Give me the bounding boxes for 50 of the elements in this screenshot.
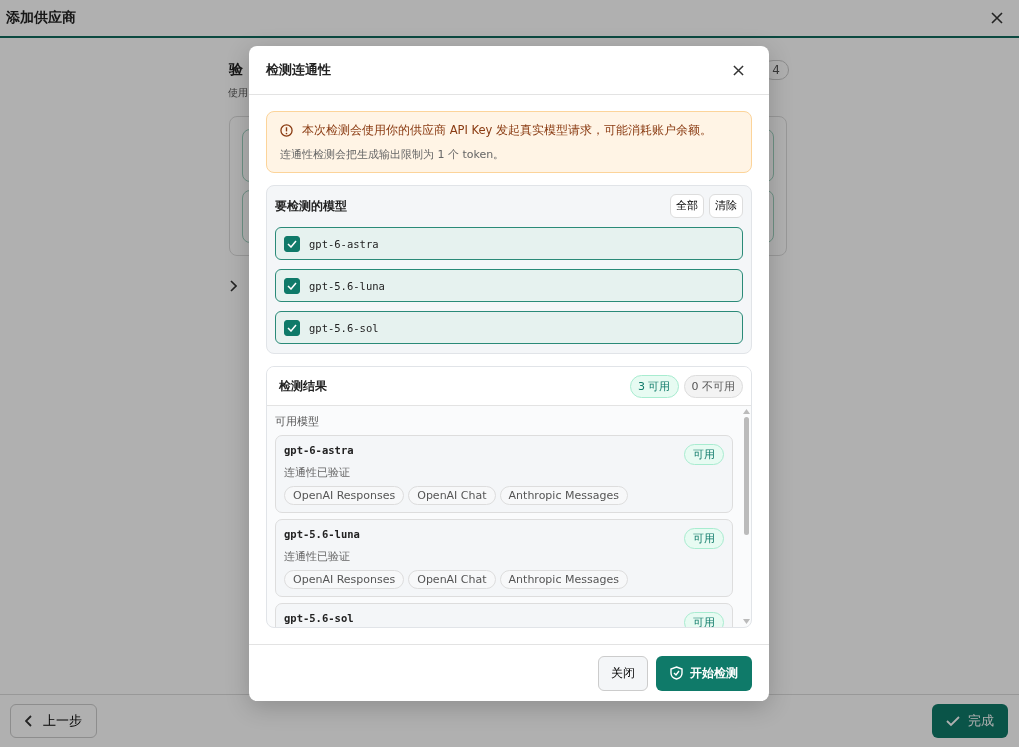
available-count: 3 可用: [630, 374, 679, 398]
model-name: gpt-6-astra: [284, 444, 354, 456]
model-name: gpt-5.6-sol: [284, 612, 354, 624]
chevron-right-icon[interactable]: [229, 280, 237, 292]
dialog-title: 检测连通性: [266, 61, 331, 79]
checkbox[interactable]: [284, 319, 300, 336]
protocol-tag: Anthropic Messages: [499, 486, 628, 505]
model-option[interactable]: gpt-5.6-sol: [275, 311, 743, 344]
warning-icon: [280, 124, 293, 137]
model-name: gpt-5.6-luna: [284, 528, 360, 540]
protocol-tag: OpenAI Responses: [284, 486, 405, 505]
finish-button[interactable]: 完成: [932, 704, 1008, 738]
status-badge: 可用: [684, 528, 724, 549]
back-button[interactable]: 上一步: [10, 704, 97, 738]
protocol-tag: Anthropic Messages: [499, 570, 628, 589]
start-button[interactable]: 开始检测: [656, 655, 752, 691]
results-title: 检测结果: [279, 377, 327, 395]
close-icon[interactable]: [733, 64, 744, 76]
result-detail: 连通性已验证: [284, 465, 351, 480]
step-description: 使用: [228, 86, 248, 100]
models-title: 要检测的模型: [275, 197, 347, 215]
model-option[interactable]: gpt-5.6-luna: [275, 269, 743, 302]
check-icon: [287, 323, 297, 332]
chevron-left-icon: [25, 715, 33, 727]
check-icon: [946, 715, 960, 727]
warning-text: 本次检测会使用你的供应商 API Key 发起真实模型请求，可能消耗账户余额。: [302, 123, 712, 138]
step-title: 验: [229, 61, 243, 79]
model-name: gpt-5.6-sol: [309, 321, 379, 334]
model-name: gpt-5.6-luna: [309, 279, 385, 292]
group-label: 可用模型: [275, 414, 320, 429]
warning-note: 连通性检测会把生成输出限制为 1 个 token。: [280, 147, 506, 162]
check-icon: [287, 281, 297, 290]
protocol-tag: OpenAI Chat: [408, 570, 496, 589]
select-all-button[interactable]: 全部: [670, 194, 704, 218]
page-title: 添加供应商: [6, 9, 76, 27]
model-option[interactable]: gpt-6-astra: [275, 227, 743, 260]
close-icon[interactable]: [991, 12, 1003, 24]
status-badge: 可用: [684, 612, 724, 627]
close-button[interactable]: 关闭: [598, 655, 648, 691]
shield-icon: [670, 666, 683, 680]
clear-button[interactable]: 清除: [709, 194, 743, 218]
checkbox[interactable]: [284, 277, 300, 294]
model-name: gpt-6-astra: [309, 237, 379, 250]
result-detail: 连通性已验证: [284, 549, 351, 564]
checkbox[interactable]: [284, 235, 300, 252]
protocol-tag: OpenAI Responses: [284, 570, 405, 589]
check-icon: [287, 239, 297, 248]
status-badge: 可用: [684, 444, 724, 465]
unavailable-count: 0 不可用: [683, 374, 743, 398]
protocol-tag: OpenAI Chat: [408, 486, 496, 505]
